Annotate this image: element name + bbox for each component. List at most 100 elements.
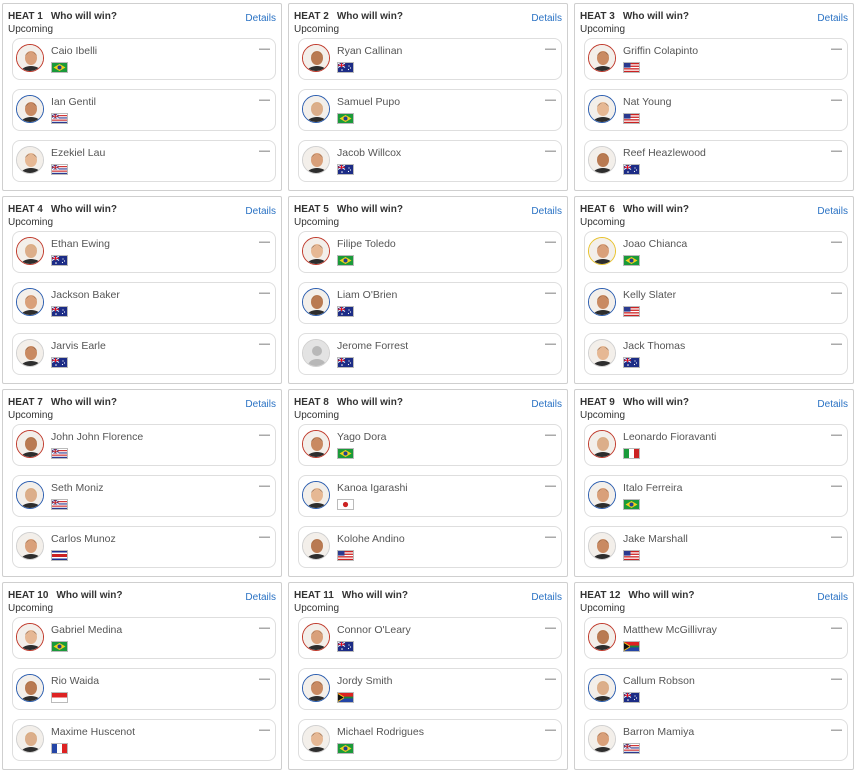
surfer-option[interactable]: Carlos Munoz — [12,526,276,568]
surfer-avatar-icon [588,288,616,316]
details-link[interactable]: Details [531,13,562,24]
surfer-option[interactable]: Yago Dora — [298,424,562,466]
south-africa-flag-icon [337,692,354,703]
australia-flag-icon [337,164,354,175]
surfer-option[interactable]: John John Florence — [12,424,276,466]
surfer-option[interactable]: Kelly Slater — [584,282,848,324]
surfer-option[interactable]: Jackson Baker — [12,282,276,324]
details-link[interactable]: Details [817,13,848,24]
surfer-option[interactable]: Kolohe Andino — [298,526,562,568]
heat-question: Who will win? [622,11,689,22]
surfer-name: Nat Young [623,96,672,108]
surfer-avatar-icon [302,430,330,458]
surfer-result: — [831,622,842,634]
surfer-option[interactable]: Connor O'Leary — [298,617,562,659]
heat-status: Upcoming [294,410,340,421]
heat-question: Who will win? [50,397,117,408]
heat-status: Upcoming [8,24,54,35]
australia-flag-icon [623,357,640,368]
heat-question: Who will win? [336,204,403,215]
surfer-result: — [831,287,842,299]
heat-question: Who will win? [336,11,403,22]
surfer-result: — [545,622,556,634]
details-link[interactable]: Details [245,592,276,603]
heat-card: HEAT 8 Who will win? Upcoming Details Yago D… [288,389,568,577]
surfer-option[interactable]: Maxime Huscenot — [12,719,276,761]
heat-question: Who will win? [622,397,689,408]
surfer-option[interactable]: Caio Ibelli — [12,38,276,80]
surfer-avatar-icon [302,288,330,316]
surfer-name: Ethan Ewing [51,238,110,250]
surfer-avatar-icon [16,339,44,367]
surfer-result: — [259,673,270,685]
surfer-avatar-icon [302,44,330,72]
surfer-option[interactable]: Jacob Willcox — [298,140,562,182]
surfer-avatar-icon [302,146,330,174]
hawaii-flag-icon [623,743,640,754]
surfer-option[interactable]: Joao Chianca — [584,231,848,273]
heat-card: HEAT 7 Who will win? Upcoming Details John J… [2,389,282,577]
surfer-option[interactable]: Barron Mamiya — [584,719,848,761]
surfer-option[interactable]: Samuel Pupo — [298,89,562,131]
surfer-option[interactable]: Ethan Ewing — [12,231,276,273]
heat-header: HEAT 11 Who will win? [294,590,408,601]
surfer-result: — [259,43,270,55]
surfer-result: — [259,145,270,157]
heat-card: HEAT 6 Who will win? Upcoming Details Joao C… [574,196,854,384]
surfer-name: Jordy Smith [337,675,393,687]
surfer-option[interactable]: Jerome Forrest — [298,333,562,375]
surfer-result: — [545,236,556,248]
surfer-option[interactable]: Jordy Smith — [298,668,562,710]
surfer-option[interactable]: Italo Ferreira — [584,475,848,517]
details-link[interactable]: Details [817,592,848,603]
australia-flag-icon [51,255,68,266]
heat-header: HEAT 9 Who will win? [580,397,689,408]
surfer-result: — [831,338,842,350]
surfer-result: — [831,724,842,736]
heat-header: HEAT 1 Who will win? [8,11,117,22]
details-link[interactable]: Details [245,13,276,24]
surfer-option[interactable]: Filipe Toledo — [298,231,562,273]
details-link[interactable]: Details [245,206,276,217]
surfer-option[interactable]: Jack Thomas — [584,333,848,375]
surfer-avatar-icon [588,237,616,265]
surfer-option[interactable]: Leonardo Fioravanti — [584,424,848,466]
heat-header: HEAT 3 Who will win? [580,11,689,22]
surfer-name: Jackson Baker [51,289,120,301]
surfer-option[interactable]: Griffin Colapinto — [584,38,848,80]
surfer-option[interactable]: Callum Robson — [584,668,848,710]
surfer-option[interactable]: Ian Gentil — [12,89,276,131]
heat-header: HEAT 8 Who will win? [294,397,403,408]
surfer-option[interactable]: Ryan Callinan — [298,38,562,80]
surfer-option[interactable]: Nat Young — [584,89,848,131]
details-link[interactable]: Details [817,399,848,410]
details-link[interactable]: Details [531,592,562,603]
heat-question: Who will win? [56,590,123,601]
surfer-result: — [545,673,556,685]
usa-flag-icon [623,550,640,561]
heat-question: Who will win? [336,397,403,408]
surfer-option[interactable]: Seth Moniz — [12,475,276,517]
surfer-option[interactable]: Jake Marshall — [584,526,848,568]
surfer-option[interactable]: Rio Waida — [12,668,276,710]
surfer-avatar-icon [588,623,616,651]
surfer-result: — [545,43,556,55]
surfer-option[interactable]: Matthew McGillivray — [584,617,848,659]
details-link[interactable]: Details [245,399,276,410]
heat-status: Upcoming [294,603,340,614]
surfer-option[interactable]: Michael Rodrigues — [298,719,562,761]
surfer-option[interactable]: Liam O'Brien — [298,282,562,324]
surfer-option[interactable]: Jarvis Earle — [12,333,276,375]
surfer-option[interactable]: Reef Heazlewood — [584,140,848,182]
details-link[interactable]: Details [817,206,848,217]
heat-status: Upcoming [8,217,54,228]
surfer-option[interactable]: Ezekiel Lau — [12,140,276,182]
costa-rica-flag-icon [51,550,68,561]
surfer-avatar-icon [16,44,44,72]
surfer-option[interactable]: Gabriel Medina — [12,617,276,659]
surfer-option[interactable]: Kanoa Igarashi — [298,475,562,517]
details-link[interactable]: Details [531,399,562,410]
surfer-result: — [545,287,556,299]
details-link[interactable]: Details [531,206,562,217]
heat-card: HEAT 11 Who will win? Upcoming Details Conno… [288,582,568,770]
